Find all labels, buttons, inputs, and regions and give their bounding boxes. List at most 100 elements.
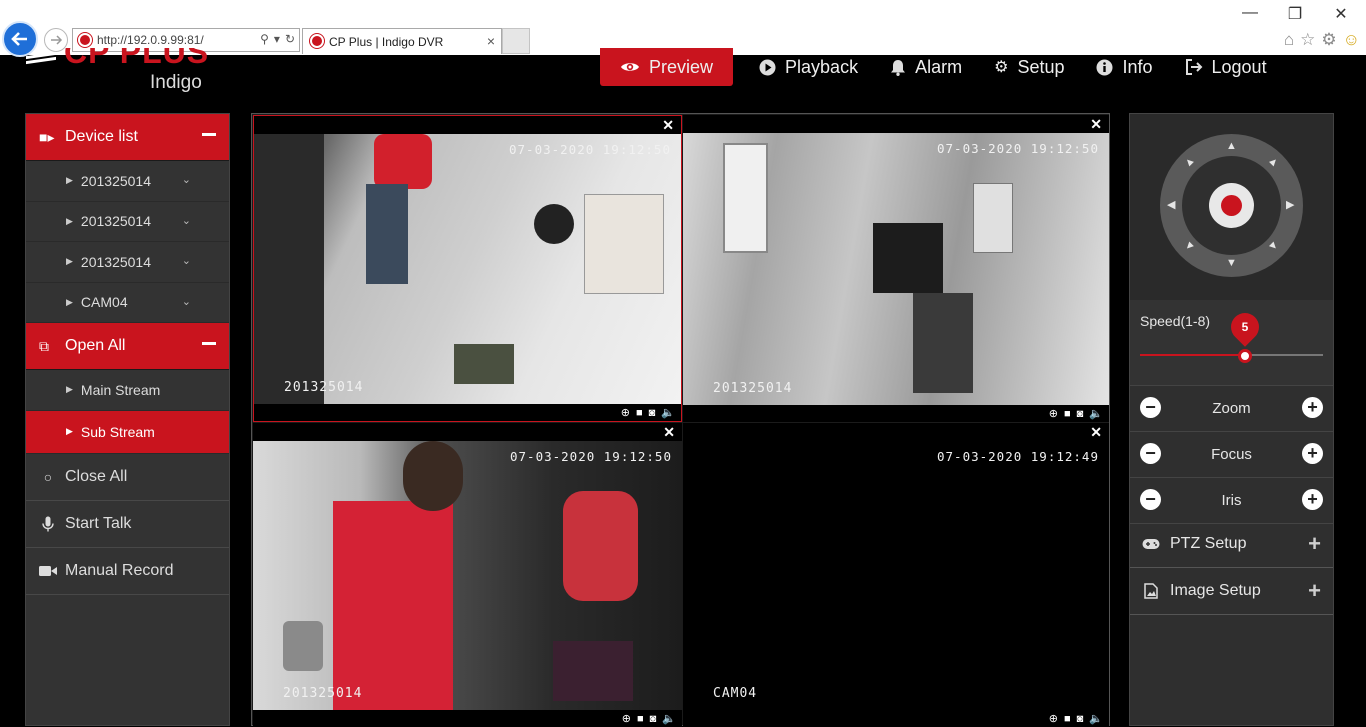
camera-view[interactable]: ✕ 07-03-2020 19:12:50 201325014 ⊕ ■ ◙ 🔈 <box>683 115 1109 422</box>
audio-icon[interactable]: 🔈 <box>662 712 676 725</box>
device-item[interactable]: ▶ 201325014 ⌄ <box>26 242 229 283</box>
poster <box>584 194 664 294</box>
minimize-icon[interactable]: — <box>1240 4 1260 22</box>
record-video-icon[interactable]: ■ <box>637 713 644 725</box>
nav-setup[interactable]: ⚙ Setup <box>994 48 1064 86</box>
chevron-down-icon[interactable]: ⌄ <box>182 295 191 308</box>
pan-up-left-icon[interactable]: ▲ <box>1181 154 1197 170</box>
device-list-label: Device list <box>65 128 138 145</box>
pan-up-icon[interactable]: ▲ <box>1226 140 1237 152</box>
ptz-setup-row[interactable]: PTZ Setup + <box>1130 521 1333 568</box>
collapse-icon[interactable] <box>202 342 216 345</box>
ptz-center-button[interactable] <box>1209 183 1254 228</box>
focus-plus-button[interactable]: + <box>1302 443 1323 464</box>
audio-icon[interactable]: 🔈 <box>1089 712 1103 725</box>
zoom-out-button[interactable]: − <box>1140 397 1161 418</box>
snapshot-camera-icon[interactable]: ◙ <box>649 407 656 419</box>
restore-icon[interactable]: ❐ <box>1285 4 1305 24</box>
focus-label: Focus <box>1211 446 1252 463</box>
pan-up-right-icon[interactable]: ▲ <box>1265 154 1281 170</box>
nav-playback[interactable]: Playback <box>759 48 858 86</box>
close-view-icon[interactable]: ✕ <box>663 424 675 441</box>
close-view-icon[interactable]: ✕ <box>662 117 674 134</box>
camera-video-feed[interactable]: 07-03-2020 19:12:50 201325014 <box>254 134 681 404</box>
device-list-header[interactable]: ■▸ Device list <box>26 114 229 161</box>
person-jeans <box>366 184 408 284</box>
chevron-down-icon[interactable]: ⌄ <box>182 173 191 186</box>
speed-slider-track[interactable] <box>1140 354 1323 356</box>
speed-value-bubble: 5 <box>1224 307 1265 347</box>
open-all-header[interactable]: ⧉ Open All <box>26 323 229 370</box>
snapshot-camera-icon[interactable]: ◙ <box>1077 408 1084 420</box>
start-talk-label: Start Talk <box>65 514 132 532</box>
focus-minus-button[interactable]: − <box>1140 443 1161 464</box>
zoom-in-icon[interactable]: ⊕ <box>1049 407 1058 420</box>
iris-plus-button[interactable]: + <box>1302 489 1323 510</box>
nav-preview[interactable]: Preview <box>600 48 734 86</box>
zoom-in-icon[interactable]: ⊕ <box>621 406 630 419</box>
camera-video-feed[interactable]: 07-03-2020 19:12:50 201325014 <box>683 133 1109 405</box>
tab-title: CP Plus | Indigo DVR <box>329 34 444 49</box>
start-talk-button[interactable]: Start Talk <box>26 501 229 548</box>
camera-view[interactable]: ✕ 07-03-2020 19:12:50 201325014 ⊕ ■ ◙ 🔈 <box>253 115 682 422</box>
pan-down-left-icon[interactable]: ▲ <box>1181 238 1197 254</box>
stream-sub[interactable]: ▶ Sub Stream <box>26 410 229 454</box>
pan-down-icon[interactable]: ▼ <box>1226 257 1237 269</box>
direction-ring: ▲ ▼ ◀ ▶ ▲ ▲ ▲ ▲ <box>1160 134 1303 277</box>
expand-plus-icon[interactable]: + <box>1308 531 1321 557</box>
close-window-icon[interactable]: ✕ <box>1331 4 1351 24</box>
camera-name: CAM04 <box>713 686 758 701</box>
record-video-icon[interactable]: ■ <box>1064 713 1071 725</box>
battery-box <box>873 223 943 293</box>
device-item[interactable]: ▶ 201325014 ⌄ <box>26 161 229 202</box>
camera-video-feed[interactable]: 07-03-2020 19:12:49 CAM04 <box>683 441 1109 710</box>
collapse-icon[interactable] <box>202 133 216 136</box>
zoom-label: Zoom <box>1212 400 1251 417</box>
dropdown-icon[interactable]: ▾ <box>274 32 280 46</box>
image-setup-label: Image Setup <box>1170 582 1261 599</box>
record-video-icon[interactable]: ■ <box>636 407 643 419</box>
home-icon[interactable]: ⌂ <box>1284 30 1294 50</box>
device-item[interactable]: ▶ CAM04 ⌄ <box>26 283 229 323</box>
nav-info[interactable]: Info <box>1096 48 1153 86</box>
camera-view[interactable]: ✕ 07-03-2020 19:12:49 CAM04 ⊕ ■ ◙ 🔈 <box>683 423 1109 727</box>
favorites-star-icon[interactable]: ☆ <box>1300 30 1315 50</box>
zoom-in-icon[interactable]: ⊕ <box>1049 712 1058 725</box>
search-icon[interactable]: ⚲ <box>260 32 269 46</box>
image-setup-row[interactable]: Image Setup + <box>1130 568 1333 615</box>
refresh-icon[interactable]: ↻ <box>285 32 295 46</box>
device-item[interactable]: ▶ 201325014 ⌄ <box>26 202 229 242</box>
bell-icon <box>891 59 906 76</box>
chevron-down-icon[interactable]: ⌄ <box>182 214 191 227</box>
pan-down-right-icon[interactable]: ▲ <box>1265 238 1281 254</box>
camera-video-feed[interactable]: 07-03-2020 19:12:50 201325014 <box>253 441 682 710</box>
close-view-icon[interactable]: ✕ <box>1090 116 1102 133</box>
browser-tab[interactable]: CP Plus | Indigo DVR × <box>302 28 502 54</box>
snapshot-camera-icon[interactable]: ◙ <box>650 713 657 725</box>
manual-record-label: Manual Record <box>65 561 174 579</box>
pan-left-icon[interactable]: ◀ <box>1167 198 1175 211</box>
camera-view[interactable]: ✕ 07-03-2020 19:12:50 201325014 ⊕ ■ ◙ 🔈 <box>253 423 682 727</box>
audio-icon[interactable]: 🔈 <box>661 406 675 419</box>
audio-icon[interactable]: 🔈 <box>1089 407 1103 420</box>
zoom-in-button[interactable]: + <box>1302 397 1323 418</box>
close-all-button[interactable]: ○ Close All <box>26 454 229 501</box>
zoom-in-icon[interactable]: ⊕ <box>622 712 631 725</box>
pan-right-icon[interactable]: ▶ <box>1286 198 1294 211</box>
expand-plus-icon[interactable]: + <box>1308 578 1321 604</box>
iris-minus-button[interactable]: − <box>1140 489 1161 510</box>
close-view-icon[interactable]: ✕ <box>1090 424 1102 441</box>
smiley-feedback-icon[interactable]: ☺ <box>1343 30 1360 50</box>
speed-slider-handle[interactable] <box>1237 349 1252 363</box>
manual-record-button[interactable]: Manual Record <box>26 548 229 595</box>
settings-gear-icon[interactable]: ⚙ <box>1321 30 1336 50</box>
chevron-down-icon[interactable]: ⌄ <box>182 254 191 267</box>
video-camera-icon <box>39 565 57 576</box>
nav-logout[interactable]: Logout <box>1185 48 1267 86</box>
nav-alarm[interactable]: Alarm <box>890 48 962 86</box>
stream-main[interactable]: ▶ Main Stream <box>26 370 229 411</box>
new-tab-button[interactable] <box>502 28 530 54</box>
snapshot-camera-icon[interactable]: ◙ <box>1077 713 1084 725</box>
tab-close-icon[interactable]: × <box>487 33 495 49</box>
record-video-icon[interactable]: ■ <box>1064 408 1071 420</box>
